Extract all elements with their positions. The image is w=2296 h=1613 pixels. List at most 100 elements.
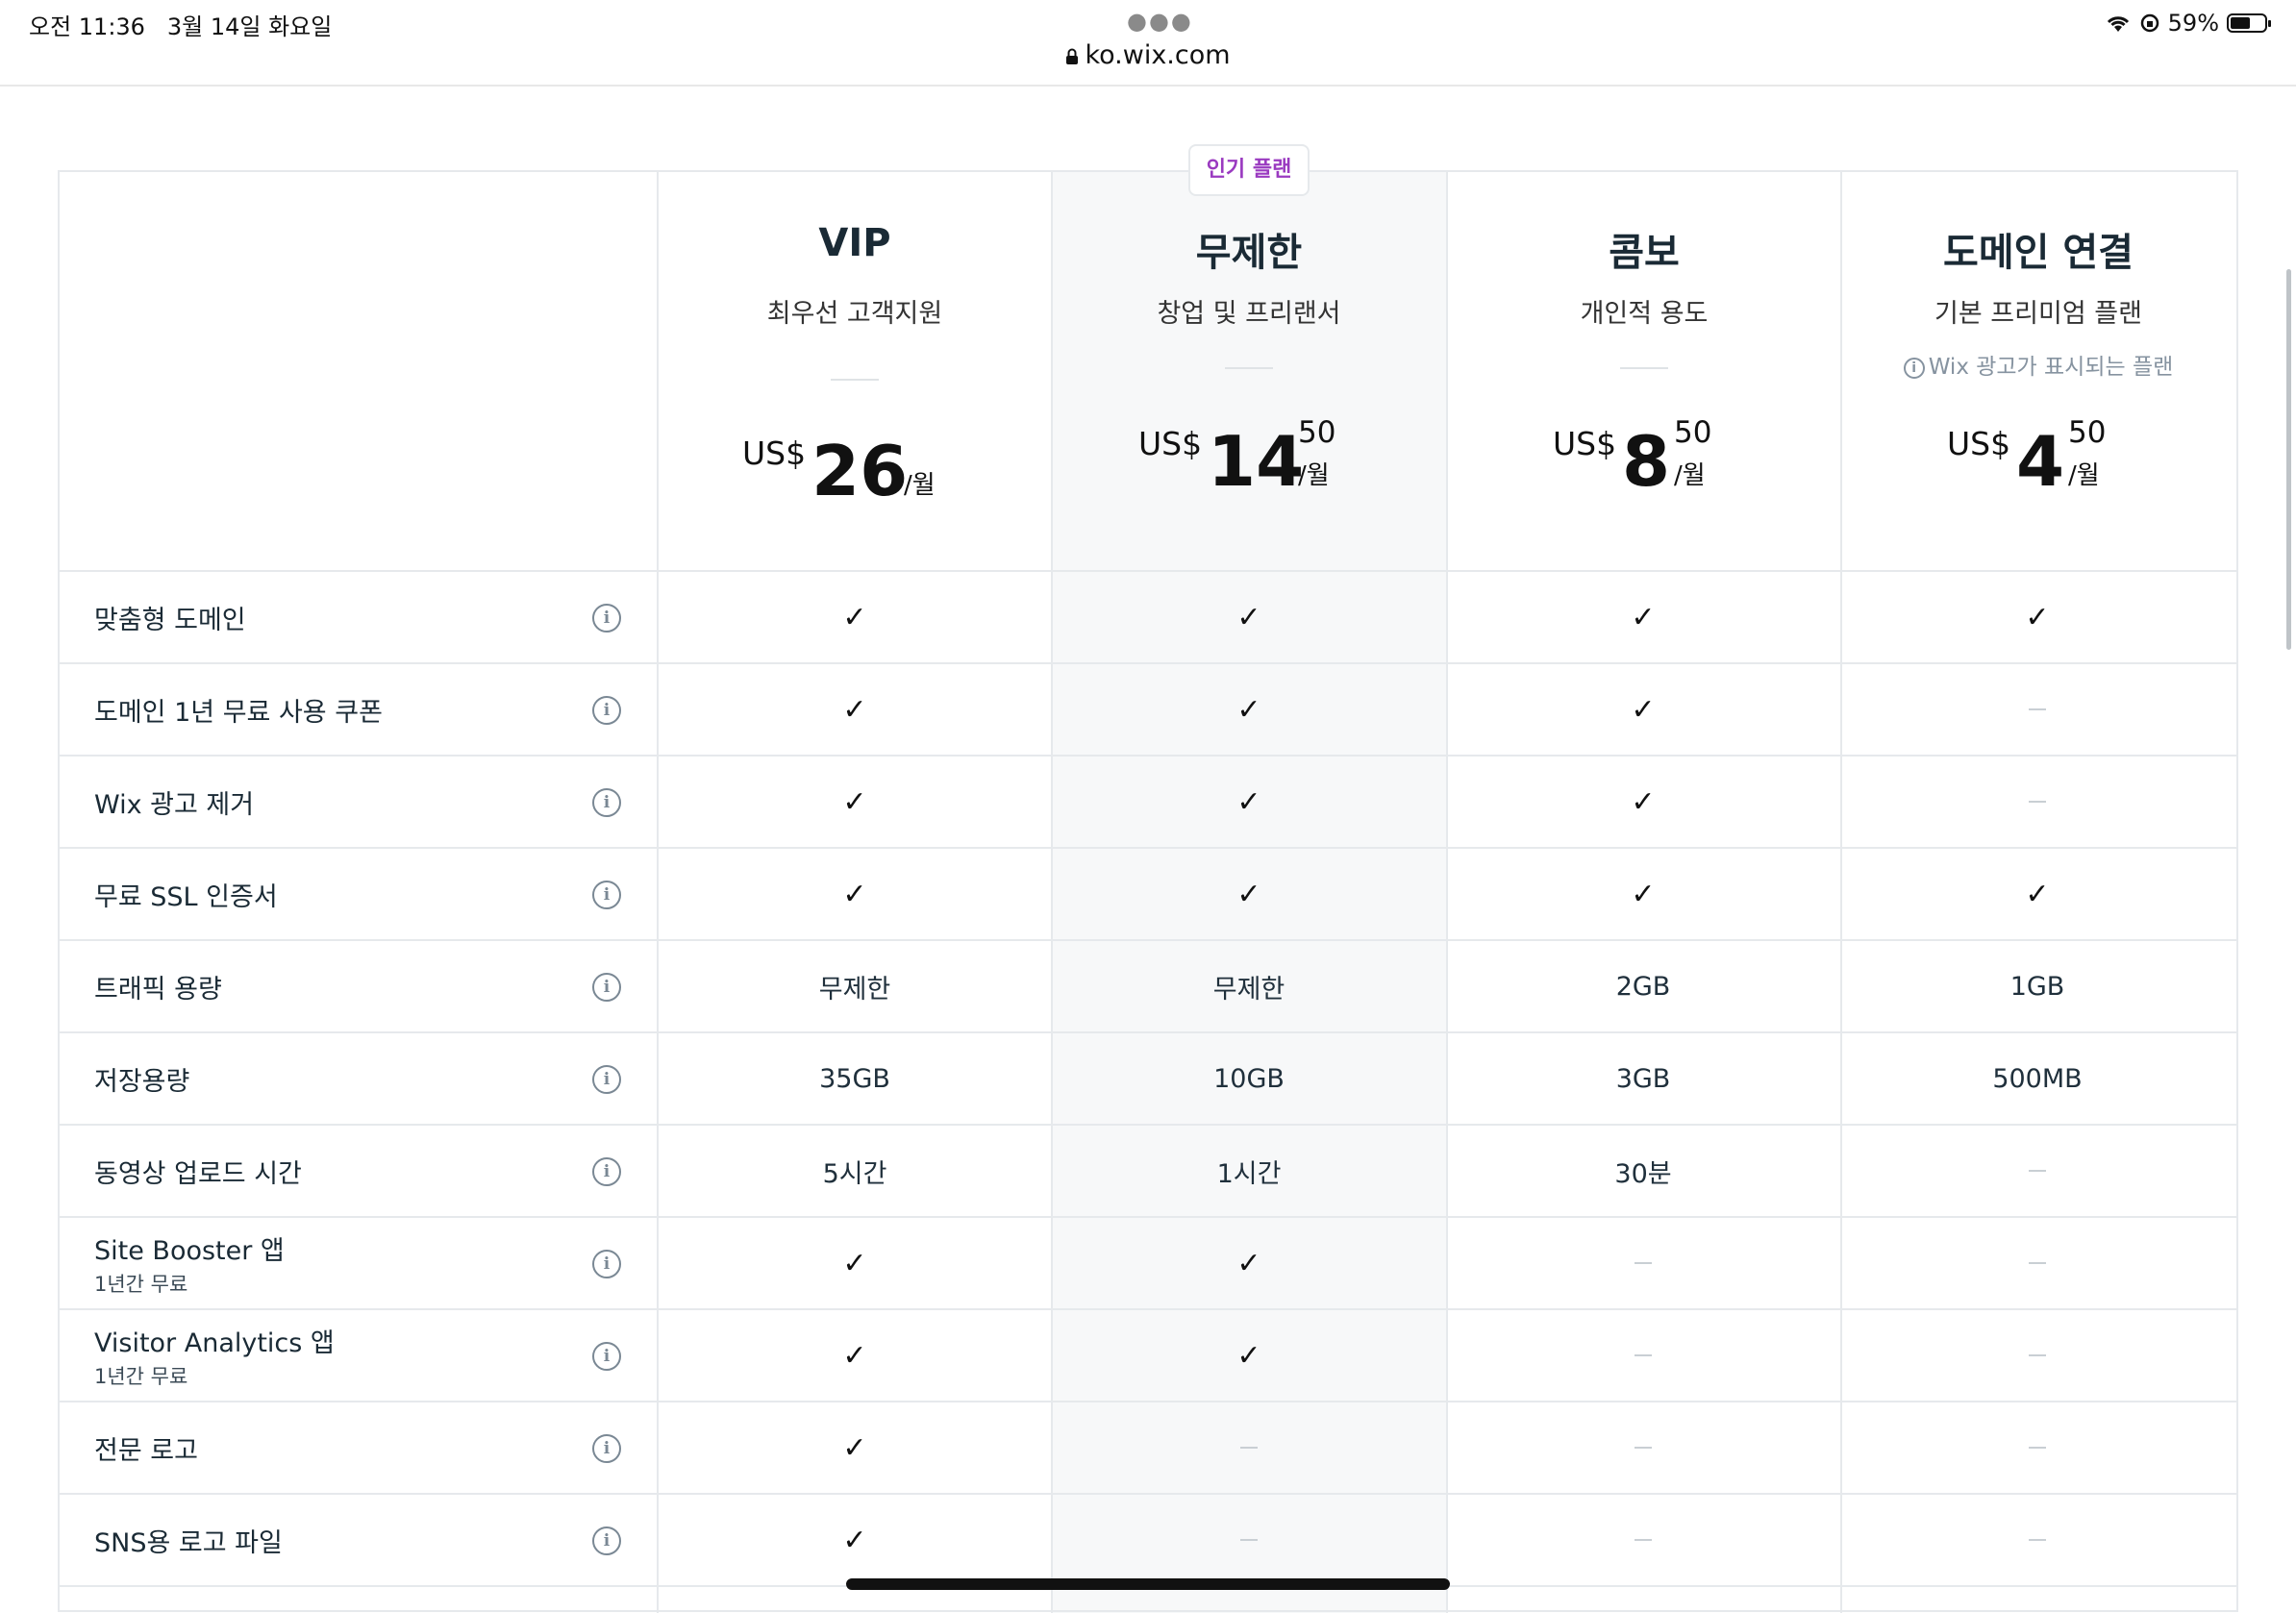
dash-icon <box>2029 1262 2046 1264</box>
feature-label: SNS용 로고 파일 <box>94 1527 283 1558</box>
feature-label: 맞춤형 도메인 <box>94 605 246 635</box>
status-indicators: 59% <box>2105 8 2271 38</box>
feature-label-group: Visitor Analytics 앱 1년간 무료 <box>94 1309 335 1402</box>
check-icon: ✓ <box>1236 784 1261 819</box>
feature-label-group: 도메인 1년 무료 사용 쿠폰 <box>94 663 383 756</box>
divider <box>831 379 879 381</box>
check-cell: ✓ <box>1052 848 1446 940</box>
home-indicator[interactable] <box>846 1578 1450 1590</box>
feature-sublabel: 1년간 무료 <box>94 1364 188 1388</box>
dash-icon <box>1240 1539 1258 1541</box>
more-dots-icon[interactable]: ●●● <box>1127 8 1193 35</box>
status-time: 오전 11:36 3월 14일 화요일 <box>29 8 332 41</box>
feature-label-group: 맞춤형 도메인 <box>94 571 246 663</box>
status-date: 3월 14일 화요일 <box>166 13 333 40</box>
ads-note: i Wix 광고가 표시되는 플랜 <box>1841 348 2235 381</box>
scrollbar-thumb[interactable] <box>2286 269 2291 650</box>
plan-header-unlimited: 무제한 창업 및 프리랜서 US$ 14 50 /월 <box>1052 171 1446 571</box>
value-cell: 500MB <box>1992 1063 2083 1094</box>
info-icon[interactable]: i <box>592 973 621 1002</box>
price-period: /월 <box>1298 461 1330 490</box>
feature-row: 전문 로고 i ✓ <box>58 1402 2238 1494</box>
not-included-cell <box>1052 1402 1446 1494</box>
info-icon[interactable]: i <box>592 788 621 817</box>
wifi-icon <box>2107 16 2129 32</box>
price-currency: US$ <box>742 434 807 472</box>
address-bar[interactable]: ko.wix.com <box>0 40 2296 70</box>
check-icon: ✓ <box>842 600 867 634</box>
feature-label-group: Site Booster 앱 1년간 무료 <box>94 1217 285 1309</box>
feature-row: 동영상 업로드 시간 i 5시간 1시간 30분 <box>58 1125 2238 1217</box>
feature-label-group: SNS용 로고 파일 <box>94 1494 283 1586</box>
feature-label-group: 동영상 업로드 시간 <box>94 1125 302 1217</box>
feature-label: 무료 SSL 인증서 <box>94 881 278 912</box>
feature-label: 트래픽 용량 <box>94 974 222 1005</box>
plan-subtitle: 개인적 용도 <box>1580 299 1709 329</box>
feature-label-group: 무료 SSL 인증서 <box>94 848 278 940</box>
info-icon: i <box>1903 357 1925 379</box>
info-icon[interactable]: i <box>592 1250 621 1278</box>
not-included-cell <box>1840 756 2234 848</box>
price-currency: US$ <box>1947 425 2011 462</box>
plan-price: US$ 8 50 /월 <box>1447 413 1841 509</box>
check-icon: ✓ <box>1236 692 1261 727</box>
feature-row: Site Booster 앱 1년간 무료 i ✓ ✓ <box>58 1217 2238 1309</box>
info-icon[interactable]: i <box>592 881 621 909</box>
ads-note-text: Wix 광고가 표시되는 플랜 <box>1928 355 2174 380</box>
check-icon: ✓ <box>1236 877 1261 911</box>
not-included-cell <box>1840 1217 2234 1309</box>
battery-percent: 59% <box>2167 10 2219 37</box>
value-cell: 10GB <box>1213 1063 1285 1094</box>
check-cell: ✓ <box>1052 756 1446 848</box>
plan-name: 도메인 연결 <box>1943 231 2134 275</box>
check-icon: ✓ <box>1631 784 1656 819</box>
dash-icon <box>1635 1262 1652 1264</box>
plan-header-connect-domain: 도메인 연결 기본 프리미엄 플랜 i Wix 광고가 표시되는 플랜 US$ 4… <box>1841 171 2235 571</box>
info-icon[interactable]: i <box>592 604 621 633</box>
info-icon[interactable]: i <box>592 1526 621 1555</box>
feature-label: Wix 광고 제거 <box>94 789 255 820</box>
divider <box>1225 367 1273 369</box>
check-cell: ✓ <box>1840 571 2234 663</box>
feature-row: 저장용량 i 35GB 10GB 3GB 500MB <box>58 1032 2238 1125</box>
not-included-cell <box>1446 1402 1840 1494</box>
info-icon[interactable]: i <box>592 696 621 725</box>
not-included-cell <box>1840 1125 2234 1217</box>
plan-name: 콤보 <box>1609 231 1680 275</box>
not-included-cell <box>1840 1309 2234 1402</box>
value-cell: 30분 <box>1614 1158 1672 1189</box>
check-cell: ✓ <box>658 1217 1052 1309</box>
info-icon[interactable]: i <box>592 1434 621 1463</box>
dash-icon <box>2029 801 2046 803</box>
info-icon[interactable]: i <box>592 1065 621 1094</box>
check-cell: ✓ <box>658 848 1052 940</box>
plan-header-vip: VIP 최우선 고객지원 US$ 26 /월 <box>658 171 1052 571</box>
feature-label: Site Booster 앱 <box>94 1235 285 1266</box>
check-cell: ✓ <box>1446 848 1840 940</box>
check-cell: ✓ <box>1446 571 1840 663</box>
rotation-lock-icon <box>2140 13 2159 33</box>
dash-icon <box>1240 1447 1258 1449</box>
check-icon: ✓ <box>1631 600 1656 634</box>
value-cell: 35GB <box>819 1063 890 1094</box>
check-icon: ✓ <box>1236 600 1261 634</box>
value-cell: 2GB <box>1615 971 1671 1002</box>
check-cell: ✓ <box>658 1309 1052 1402</box>
plan-name: 무제한 <box>1195 231 1303 275</box>
dash-icon <box>2029 708 2046 710</box>
info-icon[interactable]: i <box>592 1342 621 1371</box>
feature-sublabel: 1년간 무료 <box>94 1272 188 1296</box>
price-amount: 14 <box>1208 421 1305 502</box>
check-cell: ✓ <box>1052 571 1446 663</box>
feature-label-group: 저장용량 <box>94 1032 189 1125</box>
plan-subtitle: 기본 프리미엄 플랜 <box>1934 299 2142 329</box>
dash-icon <box>2029 1447 2046 1449</box>
not-included-cell <box>1840 1402 2234 1494</box>
info-icon[interactable]: i <box>592 1157 621 1186</box>
feature-row: 무료 SSL 인증서 i ✓ ✓ ✓ ✓ <box>58 848 2238 940</box>
feature-label-group: 전문 로고 <box>94 1402 198 1494</box>
status-clock: 오전 11:36 <box>29 13 145 40</box>
check-cell: ✓ <box>1052 1217 1446 1309</box>
price-period: /월 <box>1674 461 1706 490</box>
plan-subtitle: 창업 및 프리랜서 <box>1157 299 1341 329</box>
